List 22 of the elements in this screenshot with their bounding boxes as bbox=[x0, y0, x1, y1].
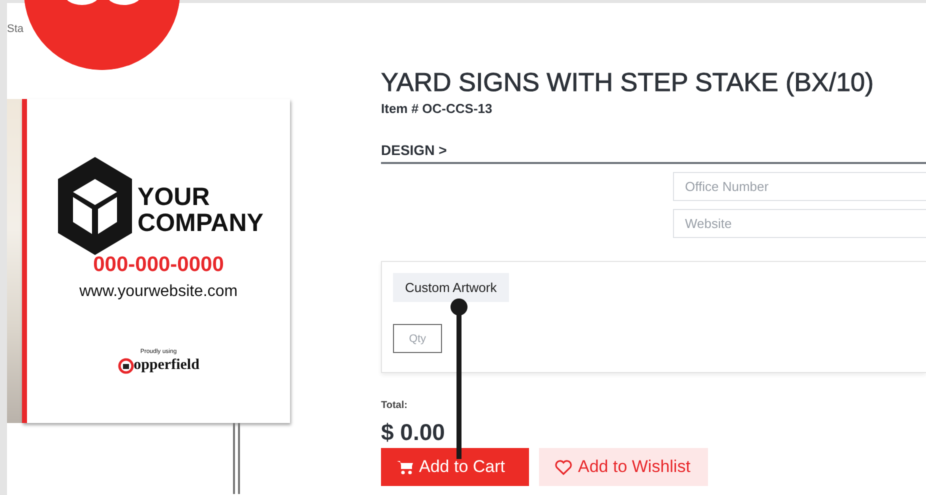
product-title: YARD SIGNS WITH STEP STAKE (BX/10) bbox=[381, 66, 874, 99]
logo-text: COMPANY bbox=[138, 210, 264, 236]
cart-icon bbox=[397, 460, 413, 474]
add-to-wishlist-button[interactable]: Add to Wishlist bbox=[539, 448, 708, 486]
add-to-cart-button[interactable]: Add to Cart bbox=[381, 448, 529, 486]
custom-artwork-chip[interactable]: Custom Artwork bbox=[393, 273, 509, 302]
text-input[interactable]: Website bbox=[673, 209, 926, 238]
text-input[interactable]: Office Number bbox=[673, 172, 926, 201]
logo-text: YOUR bbox=[138, 184, 211, 210]
website-text: www.yourwebsite.com bbox=[79, 283, 238, 301]
phone-number: 000-000-0000 bbox=[93, 253, 224, 277]
total-label: Total: bbox=[381, 400, 408, 411]
brand-name: opperfield bbox=[134, 357, 200, 374]
brand-logo-icon bbox=[118, 358, 134, 374]
hexagon-cube-icon bbox=[58, 157, 132, 255]
heart-icon bbox=[555, 460, 572, 474]
breadcrumb-text[interactable]: Sta bbox=[7, 23, 24, 35]
stake bbox=[233, 423, 240, 494]
design-step-tab[interactable]: DESIGN > bbox=[381, 142, 447, 158]
item-number: Item # OC-CCS-13 bbox=[381, 101, 494, 116]
total-amount: $ 0.00 bbox=[381, 419, 446, 446]
qty-input[interactable]: Qty bbox=[393, 324, 442, 353]
